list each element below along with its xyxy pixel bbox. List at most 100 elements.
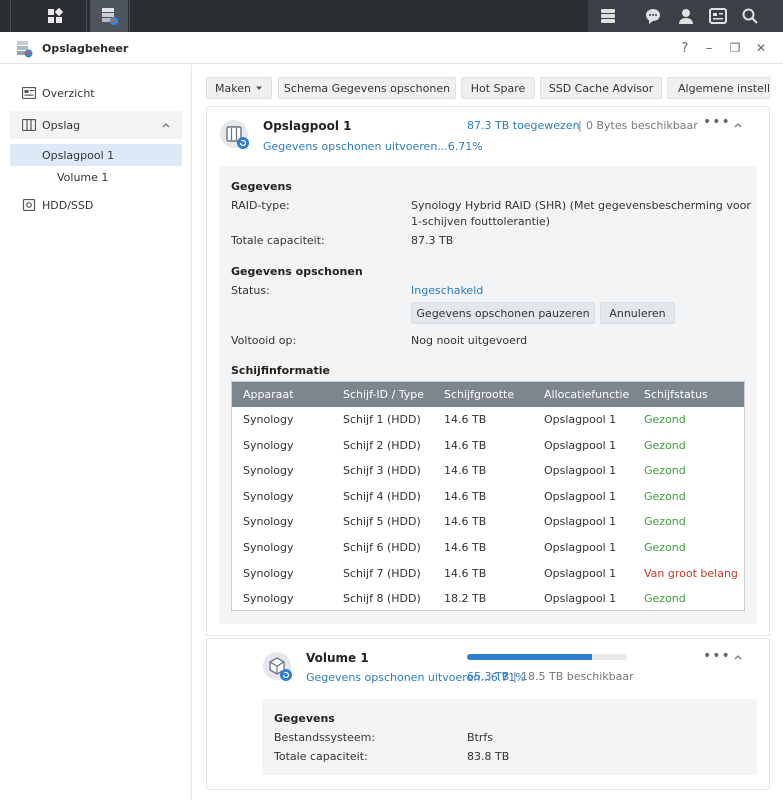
table-row[interactable]: Synology Schijf 2 (HDD) 14.6 TB Opslagpool … <box>232 433 744 458</box>
disk-device: Synology <box>243 438 294 452</box>
disk-size: 14.6 TB <box>444 566 487 580</box>
table-row[interactable]: Synology Schijf 7 (HDD) 14.6 TB Opslagpool … <box>232 561 744 586</box>
disk-allocation: Opslagpool 1 <box>544 413 617 426</box>
section-heading-disks: Schijfinformatie <box>231 364 330 377</box>
storage-manager-icon <box>17 41 33 58</box>
close-button[interactable]: ✕ <box>753 40 769 56</box>
pause-scrub-button[interactable]: Gegevens opschonen pauzeren <box>411 302 595 324</box>
storage-manager-icon <box>102 8 118 25</box>
table-row[interactable]: Synology Schijf 8 (HDD) 18.2 TB Opslagpool … <box>232 586 744 611</box>
disk-status: Gezond <box>644 464 686 478</box>
volume-capacity-label: Totale capaciteit: <box>274 750 368 763</box>
chevron-up-icon[interactable] <box>732 651 744 663</box>
window-title: Opslagbeheer <box>42 42 129 55</box>
main-menu-button[interactable] <box>38 0 72 32</box>
resource-monitor-icon[interactable] <box>599 7 617 25</box>
disk-allocation: Opslagpool 1 <box>544 438 617 452</box>
disk-id: Schijf 2 (HDD) <box>343 438 421 452</box>
disk-size: 14.6 TB <box>444 515 487 529</box>
disk-status: Gezond <box>644 592 686 606</box>
total-capacity-value: 87.3 TB <box>411 234 454 247</box>
completed-label: Voltooid op: <box>231 334 297 347</box>
create-dropdown-button[interactable]: Maken <box>206 77 272 99</box>
disk-id: Schijf 6 (HDD) <box>343 541 421 554</box>
sidebar-item-storage[interactable]: Opslag <box>10 111 182 139</box>
disk-status: Gezond <box>644 438 686 452</box>
chat-icon[interactable] <box>644 7 662 25</box>
filesystem-label: Bestandssysteem: <box>274 731 376 744</box>
minimize-button[interactable]: – <box>701 40 717 56</box>
sidebar-item-volume[interactable]: Volume 1 <box>57 171 108 184</box>
table-row[interactable]: Synology Schijf 3 (HDD) 14.6 TB Opslagpool … <box>232 458 744 483</box>
sidebar-item-label: Opslagpool 1 <box>42 148 115 162</box>
scrub-schedule-button[interactable]: Schema Gegevens opschonen <box>278 77 456 99</box>
widgets-icon[interactable] <box>709 7 727 25</box>
disk-device: Synology <box>243 413 294 426</box>
column-header[interactable]: Schijf-ID / Type <box>343 388 424 401</box>
scrub-status-value: Ingeschakeld <box>411 284 484 297</box>
disk-size: 18.2 TB <box>444 592 487 606</box>
disk-id: Schijf 8 (HDD) <box>343 592 421 606</box>
volume-available: 18.5 TB beschikbaar <box>521 670 634 683</box>
ssd-advisor-button[interactable]: SSD Cache Advisor <box>540 77 662 99</box>
disk-allocation: Opslagpool 1 <box>544 592 617 606</box>
taskbar-divider <box>10 0 11 32</box>
sidebar-item-hdd[interactable]: HDD/SSD <box>10 193 182 217</box>
disk-table: Apparaat Schijf-ID / Type Schijfgrootte … <box>231 381 745 611</box>
table-row[interactable]: Synology Schijf 6 (HDD) 14.6 TB Opslagpool … <box>232 535 744 560</box>
chevron-up-icon[interactable] <box>732 119 744 131</box>
disk-size: 14.6 TB <box>444 541 487 554</box>
disk-allocation: Opslagpool 1 <box>544 489 617 503</box>
pool-available: 0 Bytes beschikbaar <box>586 119 698 132</box>
disk-id: Schijf 5 (HDD) <box>343 515 421 529</box>
volume-used: 65.3 TB <box>467 670 510 683</box>
sidebar-item-label: HDD/SSD <box>42 198 94 212</box>
table-row[interactable]: Synology Schijf 1 (HDD) 14.6 TB Opslagpool … <box>232 407 744 432</box>
raid-type-value-cont: 1-schijven fouttolerantie) <box>411 215 550 228</box>
taskbar-divider <box>129 0 130 32</box>
total-capacity-label: Totale capaciteit: <box>231 234 325 247</box>
disk-status: Van groot belang <box>644 566 738 580</box>
column-header[interactable]: Allocatiefunctie <box>544 388 629 401</box>
window-titlebar: Opslagbeheer ? – ❐ ✕ <box>0 32 783 64</box>
more-icon[interactable]: ••• <box>703 114 731 130</box>
search-icon[interactable] <box>741 7 759 25</box>
disk-allocation: Opslagpool 1 <box>544 515 617 529</box>
general-settings-button[interactable]: Algemene instellin <box>667 77 771 99</box>
column-header[interactable]: Schijfstatus <box>644 388 708 401</box>
column-header[interactable]: Apparaat <box>243 388 294 401</box>
column-header[interactable]: Schijfgrootte <box>444 388 514 401</box>
disk-size: 14.6 TB <box>444 413 487 426</box>
section-heading-scrub: Gegevens opschonen <box>231 265 363 278</box>
create-label: Maken <box>215 81 251 95</box>
hdd-icon <box>22 199 36 211</box>
table-row[interactable]: Synology Schijf 4 (HDD) 14.6 TB Opslagpool … <box>232 484 744 509</box>
disk-status: Gezond <box>644 515 686 529</box>
pool-allocated: 87.3 TB toegewezen <box>467 119 580 132</box>
volume-name: Volume 1 <box>306 651 369 665</box>
disk-id: Schijf 3 (HDD) <box>343 464 421 478</box>
disk-device: Synology <box>243 566 294 580</box>
disk-status: Gezond <box>644 413 686 426</box>
chevron-up-icon[interactable] <box>160 119 172 131</box>
cancel-scrub-button[interactable]: Annuleren <box>600 302 675 324</box>
pool-separator: | <box>578 119 582 132</box>
sidebar: Overzicht Opslag Opslagpool 1 Volume 1 H… <box>0 65 192 800</box>
grid-icon <box>48 8 63 23</box>
section-heading-data: Gegevens <box>231 180 292 193</box>
user-icon[interactable] <box>677 7 695 25</box>
volume-separator: | <box>513 670 517 683</box>
pool-status-link[interactable]: Gegevens opschonen uitvoeren...6.71% <box>263 140 483 153</box>
restore-button[interactable]: ❐ <box>727 40 743 56</box>
storage-pool-icon <box>220 120 249 149</box>
taskbar-storage-manager[interactable] <box>90 0 128 32</box>
table-row[interactable]: Synology Schijf 5 (HDD) 14.6 TB Opslagpool … <box>232 509 744 534</box>
filesystem-value: Btrfs <box>467 731 493 744</box>
sidebar-item-overview[interactable]: Overzicht <box>10 81 182 105</box>
volume-icon <box>263 652 292 681</box>
disk-allocation: Opslagpool 1 <box>544 541 617 554</box>
hot-spare-button[interactable]: Hot Spare <box>461 77 535 99</box>
help-button[interactable]: ? <box>677 40 693 56</box>
sidebar-item-pool[interactable]: Opslagpool 1 <box>10 144 182 166</box>
more-icon[interactable]: ••• <box>703 648 731 664</box>
